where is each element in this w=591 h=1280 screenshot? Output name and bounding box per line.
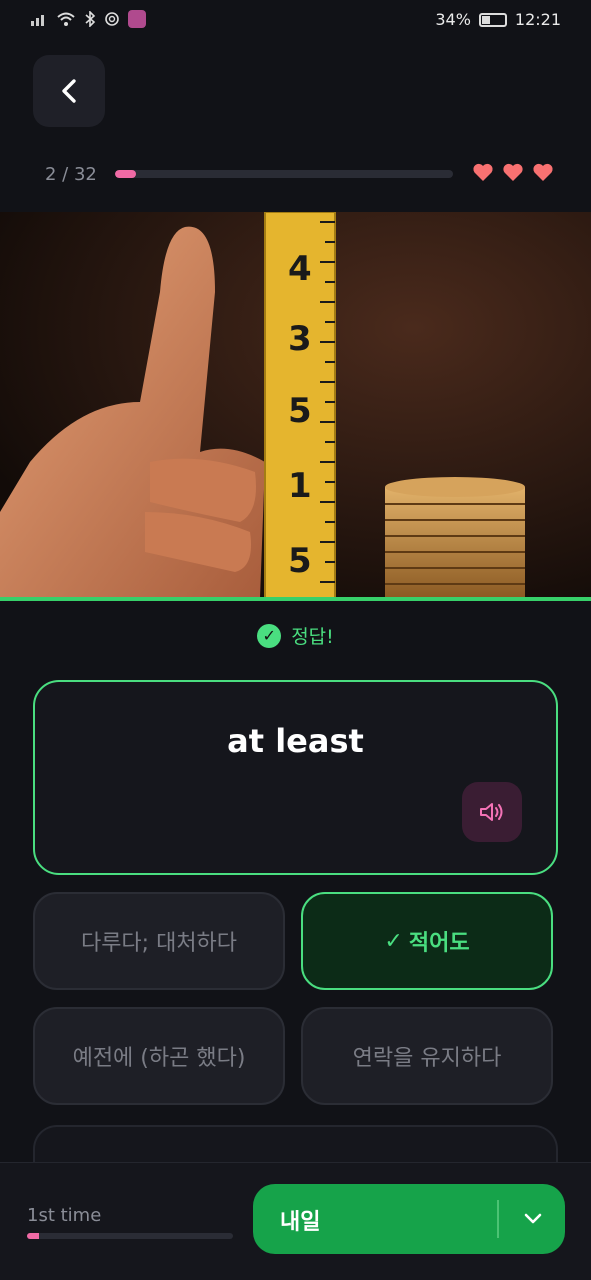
heart-icon: [533, 163, 553, 181]
back-button[interactable]: [33, 55, 105, 127]
bottom-bar: 1st time 내일: [0, 1162, 591, 1280]
battery-percent: 34%: [435, 10, 471, 29]
app-avatar-icon: [128, 10, 146, 28]
option-button[interactable]: 연락을 유지하다: [301, 1007, 553, 1105]
feedback-correct: ✓ 정답!: [0, 622, 591, 649]
progress-row: 2 / 32: [45, 160, 555, 190]
heart-icon: [473, 163, 493, 181]
bluetooth-icon: [85, 11, 96, 27]
lives: [471, 160, 555, 184]
next-review-button[interactable]: 내일: [253, 1184, 565, 1254]
progress-fill: [115, 170, 137, 178]
feedback-text: 정답!: [291, 626, 334, 648]
option-label: 예전에 (하곤 했다): [72, 1046, 246, 1071]
svg-text:4: 4: [288, 249, 312, 289]
svg-text:1: 1: [288, 466, 312, 506]
word-illustration: 4 3 5 1 5: [0, 212, 591, 598]
review-count-label: 1st time: [27, 1205, 102, 1226]
chevron-down-icon[interactable]: [521, 1206, 545, 1230]
status-icons-right: 34% 12:21: [435, 10, 561, 29]
speaker-icon: [480, 803, 503, 821]
svg-text:5: 5: [288, 541, 312, 581]
status-icons-left: [30, 10, 146, 28]
chevron-left-icon: [62, 79, 76, 103]
clock: 12:21: [514, 10, 561, 29]
openai-icon: [105, 12, 119, 26]
illustration-image: 4 3 5 1 5: [0, 212, 591, 598]
word-text: at least: [227, 722, 364, 760]
word-card: at least: [33, 680, 558, 875]
option-button[interactable]: 예전에 (하곤 했다): [33, 1007, 285, 1105]
checkmark-icon: ✓: [384, 928, 403, 954]
progress-text: 2 / 32: [45, 164, 97, 185]
wifi-icon: [57, 12, 75, 26]
status-bar: 34% 12:21: [0, 0, 591, 42]
review-progress-bar: [27, 1233, 233, 1239]
review-progress-fill: [27, 1233, 40, 1239]
button-divider: [497, 1200, 499, 1238]
option-button-correct[interactable]: ✓ 적어도: [301, 892, 553, 990]
progress-bar: [115, 170, 453, 178]
svg-text:3: 3: [288, 319, 312, 359]
svg-text:5: 5: [288, 391, 312, 431]
check-circle-icon: ✓: [257, 623, 282, 648]
option-label: 연락을 유지하다: [352, 1046, 502, 1071]
option-button[interactable]: 다루다; 대처하다: [33, 892, 285, 990]
battery-icon: [478, 12, 507, 27]
next-review-label: 내일: [280, 1210, 321, 1235]
answer-indicator-line: [0, 597, 591, 601]
signal-icon: [31, 15, 44, 26]
option-label: 다루다; 대처하다: [80, 931, 238, 956]
option-label: 적어도: [408, 931, 470, 956]
heart-icon: [503, 163, 523, 181]
play-audio-button[interactable]: [462, 782, 522, 842]
